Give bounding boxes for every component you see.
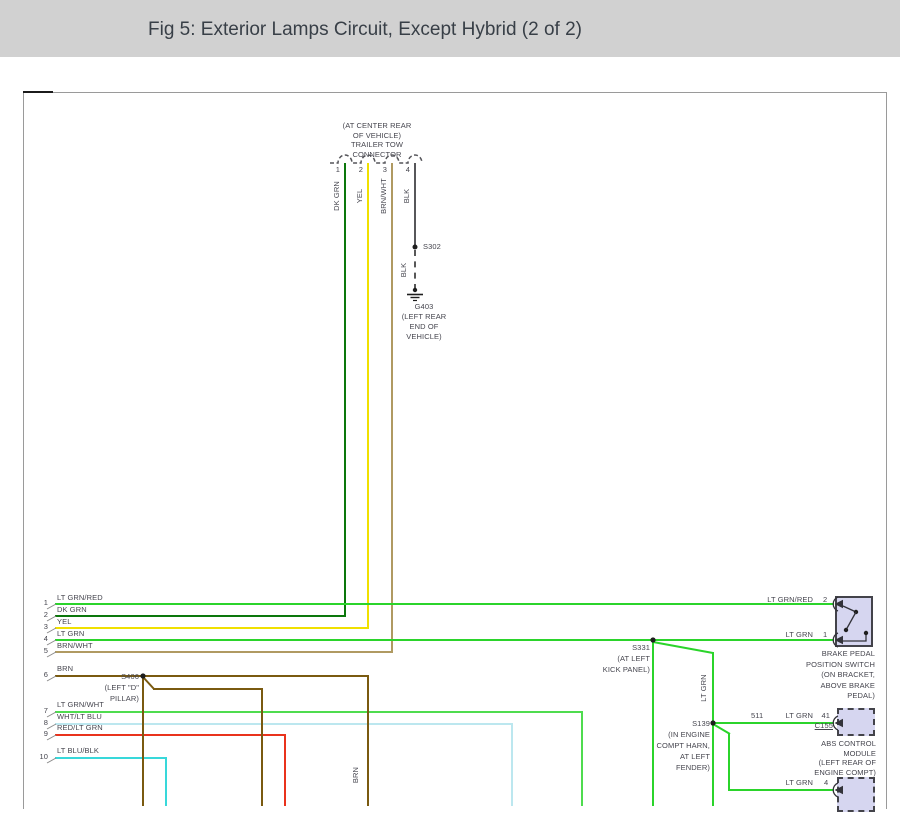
ground-g403-label: G403 (LEFT REAR END OF VEHICLE) [374, 302, 474, 342]
abs-wire4-label: LT GRN [763, 778, 813, 788]
lead-num-6: 6 [28, 670, 48, 680]
wire-brn-wht-drop [391, 163, 393, 653]
splice-s139-label: S139 (IN ENGINE COMPT HARN, AT LEFT FEND… [630, 718, 710, 773]
lead-label-2: DK GRN [57, 605, 87, 615]
lead-num-3: 3 [28, 622, 48, 632]
wire-lt-grn-wht-drop [581, 711, 583, 806]
circuit-511-label: 511 [751, 711, 763, 721]
figure-title: Fig 5: Exterior Lamps Circuit, Except Hy… [148, 19, 582, 41]
wire-yel-row [55, 627, 369, 629]
figure-title-bar: Fig 5: Exterior Lamps Circuit, Except Hy… [0, 0, 900, 57]
wiring-diagram-page: Fig 5: Exterior Lamps Circuit, Except Hy… [0, 0, 900, 829]
wire-label-dk-grn: DK GRN [332, 156, 342, 236]
wire-yel-drop [367, 163, 369, 629]
wire-label-lt-grn-drop: LT GRN [699, 648, 709, 728]
wire-red-lt-grn-row [55, 734, 286, 736]
wire-wht-lt-blu-drop [511, 723, 513, 806]
brake-switch-wire2-label: LT GRN/RED [763, 595, 813, 605]
lead-num-9: 9 [28, 729, 48, 739]
wire-lt-grn-red-row [55, 603, 834, 605]
wire-brn-s406-drop [142, 677, 144, 806]
wire-dk-grn-drop [344, 163, 346, 617]
brake-pedal-position-switch-box [835, 596, 873, 647]
wire-lt-blu-blk-row [55, 757, 167, 759]
lead-label-10: LT BLU/BLK [57, 746, 99, 756]
abs-pin4: 4 [824, 778, 828, 788]
wire-wht-lt-blu-row [55, 723, 513, 725]
lead-label-4: LT GRN [57, 629, 84, 639]
wire-label-brn-drop: BRN [351, 735, 361, 815]
abs-module-connector-box [837, 708, 875, 736]
wire-lt-grn-s139-drop [712, 652, 714, 806]
lead-label-1: LT GRN/RED [57, 593, 103, 603]
wire-red-lt-grn-drop [284, 734, 286, 806]
splice-s331-label: S331 (AT LEFT KICK PANEL) [570, 642, 650, 675]
wire-brn-main-drop [367, 675, 369, 806]
wire-label-blk: BLK [402, 156, 412, 236]
wire-lt-grn-wht-row [55, 711, 583, 713]
lead-label-5: BRN/WHT [57, 641, 93, 651]
wire-label-yel: YEL [355, 156, 365, 236]
lead-num-1: 1 [28, 598, 48, 608]
wire-brn-branch-drop [261, 688, 263, 806]
lead-num-7: 7 [28, 706, 48, 716]
wire-blk-drop [414, 163, 416, 248]
brake-switch-pin2: 2 [823, 595, 827, 605]
wire-lt-grn-abs4-run [728, 789, 834, 791]
wire-lt-grn-row [55, 639, 834, 641]
abs-pin41: 41 [816, 711, 830, 721]
diagram-panel [23, 92, 887, 809]
lead-num-8: 8 [28, 718, 48, 728]
abs-module-connector-box-2 [837, 777, 875, 812]
wire-dk-grn-row [55, 615, 346, 617]
lead-num-4: 4 [28, 634, 48, 644]
wire-lt-grn-abs4-drop [728, 733, 730, 791]
brake-switch-pin1: 1 [823, 630, 827, 640]
wire-label-blk-ground: BLK [399, 230, 409, 310]
brake-pedal-position-switch-label: BRAKE PEDAL POSITION SWITCH (ON BRACKET,… [795, 649, 875, 702]
wire-brn-wht-row [55, 651, 393, 653]
abs-control-module-label: ABS CONTROL MODULE (LEFT REAR OF ENGINE … [796, 739, 876, 777]
abs-wire41-label: LT GRN [763, 711, 813, 721]
lead-num-10: 10 [28, 752, 48, 762]
brake-switch-wire1-label: LT GRN [763, 630, 813, 640]
lead-num-5: 5 [28, 646, 48, 656]
wire-label-brn-wht: BRN/WHT [379, 156, 389, 236]
lead-num-2: 2 [28, 610, 48, 620]
wire-blk-dashed [414, 250, 416, 290]
lead-label-8: WHT/LT BLU [57, 712, 102, 722]
splice-s406-label: S406 (LEFT "D" PILLAR) [59, 671, 139, 704]
wire-brn-branch-run [153, 688, 263, 690]
lead-label-3: YEL [57, 617, 71, 627]
splice-s302-label: S302 [423, 242, 441, 252]
trailer-tow-connector-label: (AT CENTER REAR OF VEHICLE) TRAILER TOW … [307, 121, 447, 159]
connector-c155-label: C155 [800, 721, 833, 731]
panel-border-accent [23, 91, 53, 93]
wire-lt-blu-blk-drop [165, 757, 167, 806]
